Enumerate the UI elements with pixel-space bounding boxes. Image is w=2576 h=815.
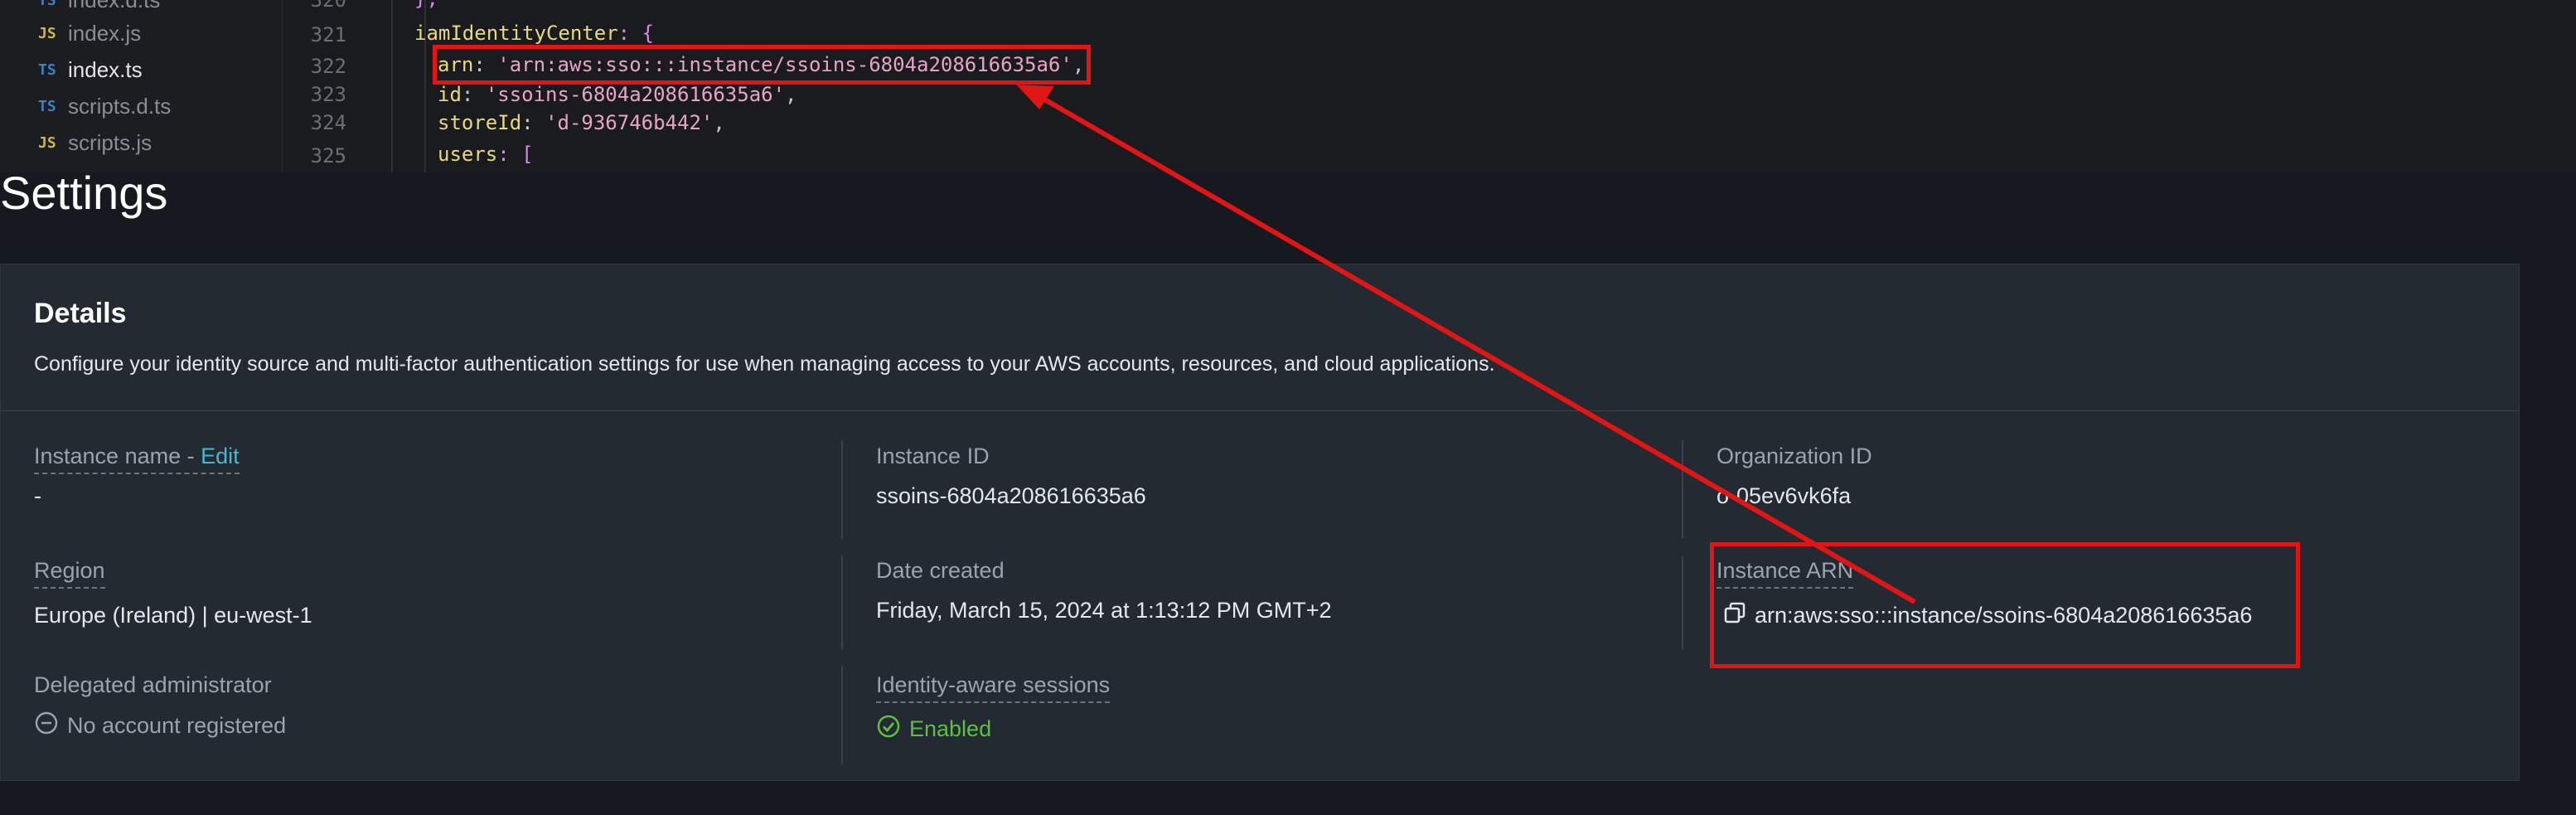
- annotation-arrow: [1016, 85, 1916, 604]
